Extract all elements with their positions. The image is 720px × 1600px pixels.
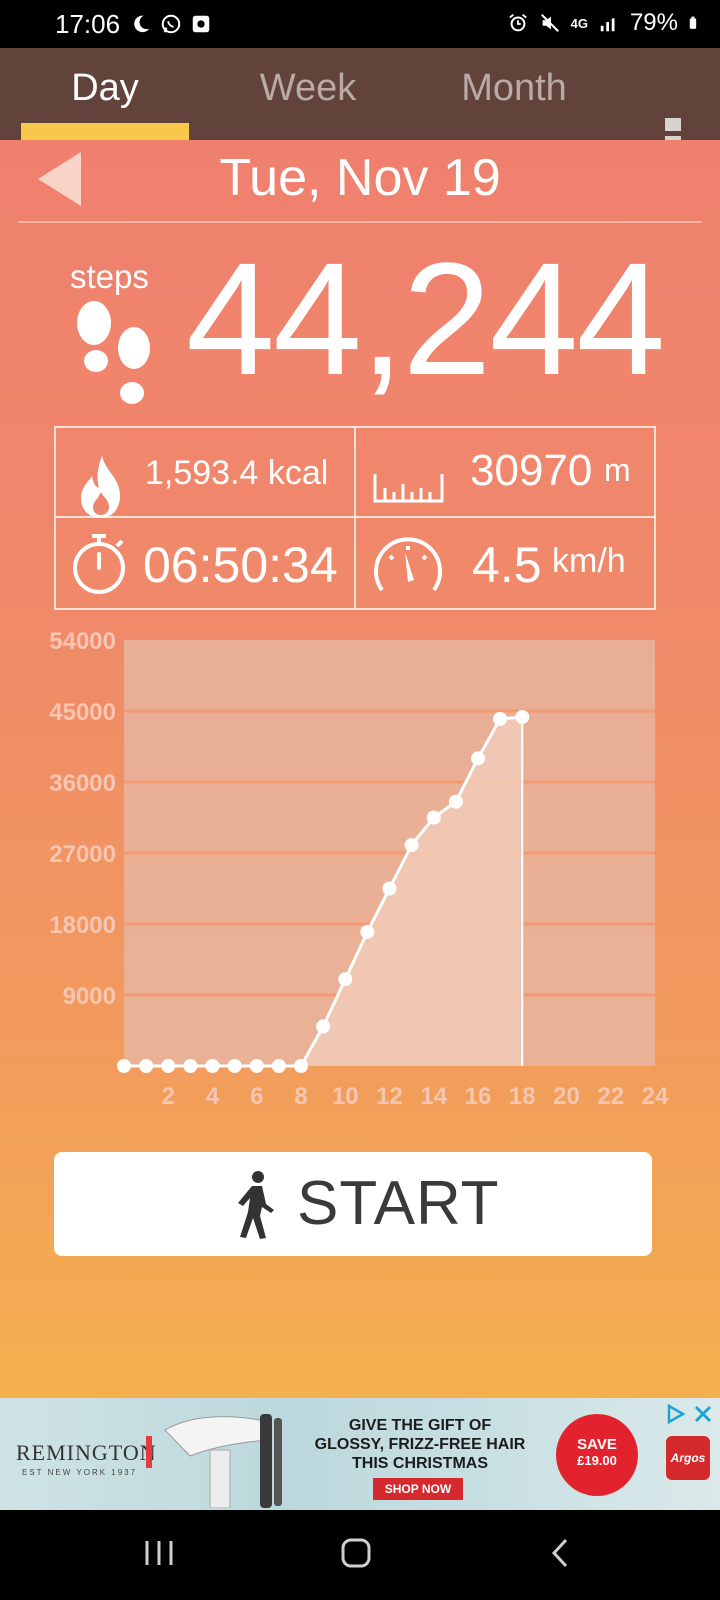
y-tick-label: 9000: [63, 983, 116, 1010]
steps-label: steps: [70, 258, 149, 295]
speed-value: 4.5: [472, 537, 542, 593]
chart-data-point: [426, 810, 441, 825]
ad-brand-bar: [146, 1436, 152, 1468]
tab-week[interactable]: Week: [203, 48, 413, 140]
y-tick-label: 45000: [49, 699, 116, 726]
system-nav-bar: [0, 1510, 720, 1600]
chart-data-point: [360, 924, 375, 939]
chart-data-point: [249, 1059, 264, 1073]
chart-data-point: [271, 1059, 286, 1073]
hourly-steps-chart: 54000450003600027000180009000 2 4 6 8 10 12 14…: [49, 630, 669, 1110]
date-navigator: Tue, Nov 19: [0, 140, 720, 222]
selected-date: Tue, Nov 19: [219, 149, 501, 207]
chart-data-point: [448, 794, 463, 809]
status-right-icons: 4G 79%: [507, 9, 702, 37]
status-left-icons: [130, 11, 212, 37]
ad-shop-now-button[interactable]: SHOP NOW: [373, 1478, 463, 1500]
x-tick-label: 12: [376, 1083, 403, 1110]
chart-data-point: [382, 881, 397, 896]
stopwatch-icon: [73, 534, 125, 594]
x-tick-label: 4: [206, 1083, 220, 1110]
ad-brand-tagline: EST NEW YORK 1937: [22, 1468, 138, 1477]
previous-day-arrow-icon[interactable]: [38, 152, 81, 206]
chart-data-point: [205, 1059, 220, 1073]
y-tick-label: 36000: [49, 770, 116, 797]
chart-data-point: [183, 1059, 198, 1073]
chart-data-point: [404, 838, 419, 853]
x-tick-label: 2: [162, 1083, 175, 1110]
home-icon[interactable]: [340, 1538, 372, 1568]
chart-data-point: [338, 972, 353, 987]
ad-close-icon[interactable]: [691, 1402, 715, 1426]
y-tick-label: 54000: [49, 630, 116, 655]
start-button[interactable]: START: [54, 1152, 652, 1256]
ad-headline: GIVE THE GIFT OF GLOSSY, FRIZZ-FREE HAIR…: [314, 1417, 526, 1472]
distance-value: 30970: [470, 446, 593, 495]
chart-data-point: [515, 709, 530, 724]
signal-icon: [600, 18, 615, 32]
chart-data-point: [117, 1059, 131, 1073]
y-tick-label: 27000: [49, 841, 116, 868]
recent-apps-icon[interactable]: [143, 1538, 175, 1568]
battery-percent: 79%: [629, 9, 678, 36]
x-tick-label: 18: [509, 1083, 536, 1110]
ad-banner[interactable]: REMINGTON EST NEW YORK 1937 GIVE THE GIF…: [0, 1398, 720, 1510]
chart-data-point: [161, 1059, 176, 1073]
duration-value: 06:50:34: [143, 537, 338, 593]
divider: [18, 221, 702, 223]
battery-icon: [689, 16, 697, 29]
back-icon[interactable]: [548, 1538, 572, 1568]
distance-unit: m: [604, 452, 631, 488]
steps-count: 44,244: [186, 229, 665, 408]
tab-month[interactable]: Month: [409, 48, 619, 140]
hair-dryer-image: [164, 1414, 282, 1508]
mute-icon: [540, 14, 559, 32]
flame-icon: [81, 456, 120, 518]
chart-data-point: [316, 1019, 331, 1034]
x-tick-label: 10: [332, 1083, 359, 1110]
speed-unit: km/h: [552, 542, 626, 580]
walking-person-icon: [238, 1171, 274, 1239]
alarm-icon: [508, 14, 527, 32]
x-tick-label: 6: [250, 1083, 263, 1110]
footprints-icon: [77, 301, 150, 404]
x-tick-label: 22: [597, 1083, 624, 1110]
speedometer-icon: [374, 537, 442, 592]
chart-data-point: [493, 711, 508, 726]
chart-data-point: [227, 1059, 242, 1073]
day-summary: Tue, Nov 19 steps 44,244 1,593.4 kcal 30…: [0, 140, 720, 1398]
calories-value: 1,593.4 kcal: [145, 454, 329, 492]
y-tick-label: 18000: [49, 912, 116, 939]
ad-choices: [663, 1402, 717, 1428]
moon-icon: [134, 15, 150, 33]
adchoices-icon[interactable]: [663, 1402, 687, 1426]
ad-brand: REMINGTON: [16, 1440, 157, 1465]
app-notification-icon: [192, 15, 210, 33]
x-tick-label: 16: [465, 1083, 492, 1110]
ad-retailer-logo: Argos: [666, 1436, 710, 1480]
x-tick-label: 14: [420, 1083, 447, 1110]
x-tick-label: 24: [642, 1083, 669, 1110]
x-tick-label: 8: [294, 1083, 307, 1110]
ad-save-badge: SAVE £19.00: [556, 1414, 638, 1496]
chart-data-point: [139, 1059, 154, 1073]
start-button-label: START: [297, 1169, 500, 1238]
ruler-icon: [373, 474, 444, 503]
chart-data-point: [471, 751, 485, 766]
network-type: 4G: [570, 15, 588, 31]
chart-data-point: [294, 1059, 308, 1073]
active-tab-indicator: [21, 123, 189, 140]
whatsapp-icon: [161, 14, 181, 34]
status-time: 17:06: [55, 9, 121, 39]
x-tick-label: 20: [553, 1083, 580, 1110]
status-bar: 17:06 4G 79%: [0, 0, 720, 48]
